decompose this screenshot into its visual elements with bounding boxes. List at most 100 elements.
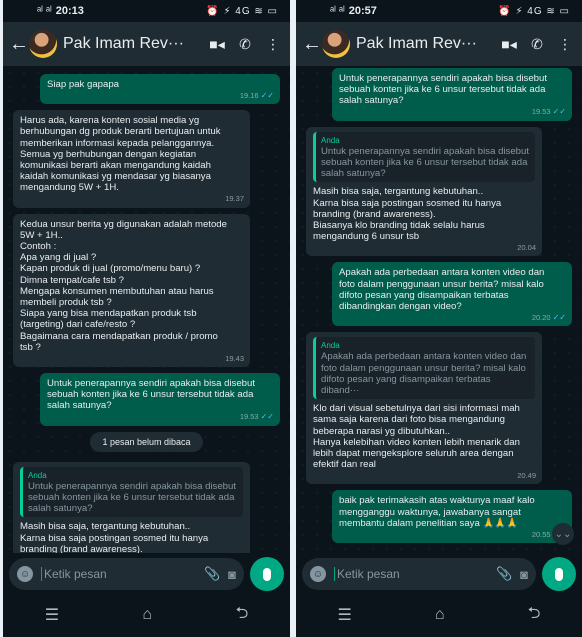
message-list[interactable]: Siapa yang bisa mendapatkan produk tsb (… — [296, 66, 582, 553]
message-list[interactable]: Siap pak gapapa 19.16 ✓✓ Harus ada, karena … — [3, 66, 290, 553]
message-meta: 19.16 ✓✓ — [240, 90, 274, 101]
chat-header: ← Pak Imam Rev··· ■◂ ✆ ⋮ — [296, 22, 582, 66]
mic-icon — [555, 567, 563, 581]
recents-button[interactable]: ☰ — [338, 605, 352, 625]
message-placeholder[interactable]: Ketik pesan — [334, 567, 488, 581]
back-button[interactable]: ⮌ — [235, 602, 248, 629]
back-icon[interactable]: ← — [9, 33, 29, 56]
outgoing-message[interactable]: Untuk penerapannya sendiri apakah bisa d… — [332, 67, 572, 121]
message-meta: 20.49 — [517, 470, 536, 481]
more-options-icon[interactable]: ⋮ — [262, 36, 284, 53]
phone-call-icon[interactable]: ✆ — [234, 36, 256, 53]
emoji-icon[interactable]: ☺ — [310, 566, 326, 582]
message-time: 19.53 — [239, 412, 259, 422]
chat-header: ← Pak Imam Rev··· ■◂ ✆ ⋮ — [3, 22, 290, 66]
system-nav-bar: ☰ ⌂ ⮌ — [3, 593, 290, 637]
unread-divider: 1 pesan belum dibaca — [3, 431, 290, 452]
phone-call-icon[interactable]: ✆ — [526, 36, 548, 53]
camera-icon[interactable]: ◙ — [520, 567, 528, 582]
message-text: Klo dari visual sebetulnya dari sisi inf… — [313, 403, 520, 471]
back-icon[interactable]: ← — [302, 33, 322, 56]
incoming-message[interactable]: Anda Untuk penerapannya sendiri apakah bi… — [306, 126, 542, 257]
message-meta: 19.53 ✓✓ — [532, 106, 566, 117]
outgoing-message[interactable]: Apakah ada perbedaan antara konten video… — [332, 262, 572, 327]
message-text: Kedua unsur berita yg digunakan adalah m… — [20, 218, 227, 353]
unread-label: 1 pesan belum dibaca — [90, 431, 203, 452]
video-call-icon[interactable]: ■◂ — [498, 36, 520, 53]
quoted-reply[interactable]: Anda Untuk penerapannya sendiri apakah bi… — [313, 131, 535, 183]
outgoing-message[interactable]: baik pak terimakasih atas waktunya maaf … — [332, 490, 572, 543]
message-time: 20.20 — [531, 312, 551, 322]
quote-author: Anda — [28, 470, 47, 480]
quote-author: Anda — [321, 341, 340, 351]
more-options-icon[interactable]: ⋮ — [554, 36, 576, 53]
outgoing-message[interactable]: Untuk penerapannya sendiri apakah bisa d… — [40, 373, 280, 426]
incoming-message[interactable]: Kedua unsur berita yg digunakan adalah m… — [13, 213, 250, 368]
status-icons: ⏰ ⚡ 4G ≋ ▭ — [206, 5, 278, 17]
back-button[interactable]: ⮌ — [528, 602, 541, 629]
message-input[interactable]: ☺ Ketik pesan 📎 ◙ — [302, 558, 536, 590]
emoji-icon[interactable]: ☺ — [17, 566, 33, 582]
scroll-down-icon[interactable]: ⌄⌄ — [552, 523, 574, 545]
read-receipt-icon: ✓✓ — [260, 412, 274, 422]
message-meta: 19.53 ✓✓ — [240, 411, 274, 422]
phone-screen-right: ᵃˡ ᵃˡ 20:57 ⏰ ⚡ 4G ≋ ▭ ← Pak Imam Rev··· ■◂ ✆ ⋮… — [296, 0, 582, 637]
quoted-reply[interactable]: Anda Apakah ada perbedaan antara konten v… — [313, 337, 535, 400]
quoted-reply[interactable]: Anda Untuk penerapannya sendiri apakah bi… — [20, 466, 243, 518]
message-text: baik pak terimakasih atas waktunya maaf … — [339, 495, 535, 529]
message-placeholder[interactable]: Ketik pesan — [41, 567, 196, 581]
home-button[interactable]: ⌂ — [142, 606, 152, 624]
signal-icon: ᵃˡ ᵃˡ — [330, 5, 345, 17]
signal-icon: ᵃˡ ᵃˡ — [37, 5, 52, 17]
home-button[interactable]: ⌂ — [435, 606, 445, 624]
recents-button[interactable]: ☰ — [45, 605, 59, 625]
incoming-message[interactable]: Anda Apakah ada perbedaan antara konten v… — [306, 332, 542, 485]
message-meta: 19.37 — [225, 193, 244, 204]
read-receipt-icon: ✓✓ — [552, 107, 566, 117]
message-text: Siap pak gapapa — [47, 79, 120, 90]
camera-icon[interactable]: ◙ — [228, 567, 236, 582]
quote-text: Untuk penerapannya sendiri apakah bisa d… — [28, 480, 237, 515]
message-input[interactable]: ☺ Ketik pesan 📎 ◙ — [9, 558, 244, 590]
avatar[interactable] — [29, 30, 57, 58]
incoming-message[interactable]: Harus ada, karena konten sosial media yg… — [13, 110, 250, 208]
message-time: 20.49 — [517, 471, 536, 481]
system-nav-bar: ☰ ⌂ ⮌ — [296, 593, 582, 637]
mic-button[interactable] — [250, 557, 284, 591]
messages-container: Siap pak gapapa 19.16 ✓✓ Harus ada, karena … — [3, 74, 290, 553]
message-time: 19.53 — [531, 107, 551, 117]
composer: ☺ Ketik pesan 📎 ◙ — [3, 555, 290, 593]
read-receipt-icon: ✓✓ — [552, 312, 566, 322]
message-time: 20.55 — [531, 529, 551, 539]
quote-text: Apakah ada perbedaan antara konten video… — [321, 351, 527, 396]
message-text: Untuk penerapannya sendiri apakah bisa d… — [339, 72, 548, 107]
video-call-icon[interactable]: ■◂ — [206, 36, 228, 53]
message-meta: 20.04 — [517, 242, 536, 253]
quote-author: Anda — [321, 135, 340, 145]
message-text: Harus ada, karena konten sosial media yg… — [20, 115, 221, 194]
message-text: Apakah ada perbedaan antara konten video… — [339, 267, 545, 312]
avatar[interactable] — [322, 30, 350, 58]
mic-icon — [263, 567, 271, 581]
status-time: 20:57 — [348, 5, 377, 17]
outgoing-message[interactable]: Siap pak gapapa 19.16 ✓✓ — [40, 74, 280, 105]
message-time: 19.37 — [225, 194, 244, 204]
attach-icon[interactable]: 📎 — [496, 566, 512, 582]
composer: ☺ Ketik pesan 📎 ◙ — [296, 555, 582, 593]
message-time: 19.16 — [239, 91, 259, 100]
contact-name[interactable]: Pak Imam Rev··· — [63, 35, 200, 53]
message-text: Masih bisa saja, tergantung kebutuhan.. … — [20, 521, 209, 553]
message-meta: 20.20 ✓✓ — [532, 312, 566, 323]
incoming-message[interactable]: Anda Untuk penerapannya sendiri apakah bi… — [13, 461, 250, 553]
mic-button[interactable] — [542, 557, 576, 591]
messages-container: Siapa yang bisa mendapatkan produk tsb (… — [296, 66, 582, 549]
read-receipt-icon: ✓✓ — [260, 91, 274, 100]
phone-screen-left: ᵃˡ ᵃˡ 20:13 ⏰ ⚡ 4G ≋ ▭ ← Pak Imam Rev··· ■◂ ✆ ⋮… — [3, 0, 290, 637]
status-bar: ᵃˡ ᵃˡ 20:13 ⏰ ⚡ 4G ≋ ▭ — [3, 0, 290, 22]
status-time: 20:13 — [55, 5, 84, 17]
status-bar: ᵃˡ ᵃˡ 20:57 ⏰ ⚡ 4G ≋ ▭ — [296, 0, 582, 22]
contact-name[interactable]: Pak Imam Rev··· — [356, 35, 492, 53]
attach-icon[interactable]: 📎 — [204, 566, 220, 582]
quote-text: Untuk penerapannya sendiri apakah bisa d… — [321, 145, 530, 180]
message-text: Masih bisa saja, tergantung kebutuhan.. … — [313, 186, 502, 243]
